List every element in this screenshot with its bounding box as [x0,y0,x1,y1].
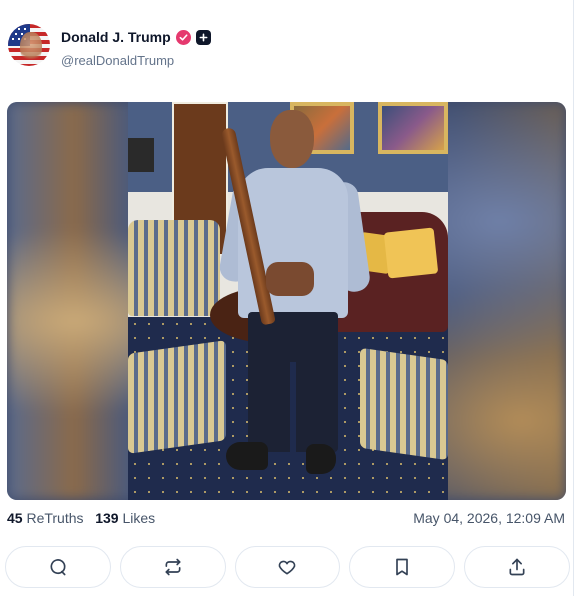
post-media[interactable] [7,102,566,500]
post-stats: 45 ReTruths 139 Likes [7,510,155,526]
bookmark-icon [396,558,409,576]
right-divider [573,0,574,596]
photo-person-hands [266,262,314,296]
retruths-label[interactable]: ReTruths [26,510,83,526]
retruths-count[interactable]: 45 [7,510,23,526]
retruth-button[interactable] [119,546,226,588]
avatar[interactable] [8,24,50,66]
share-icon [509,558,525,576]
likes-label[interactable]: Likes [122,510,155,526]
post-header: Donald J. Trump @realDonaldTrump [8,24,568,70]
avatar-face [20,32,42,62]
plus-badge-icon [195,29,211,45]
photo-small-frame [128,138,154,172]
post-photo[interactable] [128,102,448,500]
share-button[interactable] [464,546,570,588]
reply-button[interactable] [5,546,111,588]
post-timestamp: May 04, 2026, 12:09 AM [413,510,565,526]
photo-person-shoe [306,444,336,474]
heart-icon [279,560,296,575]
author-handle[interactable]: @realDonaldTrump [61,53,174,68]
verified-badge-icon [175,29,191,45]
bookmark-button[interactable] [349,546,456,588]
like-button[interactable] [234,546,341,588]
author-display-name[interactable]: Donald J. Trump [61,29,171,45]
photo-chair [360,347,448,461]
photo-painting-right [378,102,448,154]
post-actions [5,546,570,590]
reply-icon [50,559,66,576]
photo-person-leg-gap [290,362,296,452]
photo-chair [128,340,226,454]
author-name-row: Donald J. Trump [61,29,211,45]
photo-chair [128,220,220,316]
retruth-icon [165,558,181,576]
likes-count[interactable]: 139 [95,510,118,526]
photo-pillow [383,227,439,279]
photo-person-shoe [226,442,268,470]
photo-person-head [270,110,314,168]
